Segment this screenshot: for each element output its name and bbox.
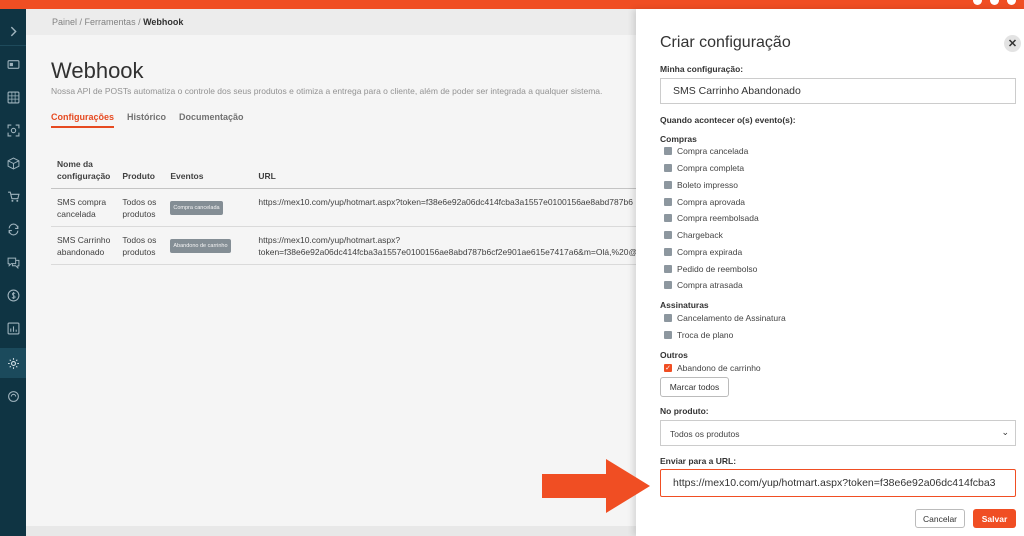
checkbox-box[interactable]: [664, 147, 672, 155]
checkbox-label: Pedido de reembolso: [677, 264, 758, 274]
checkbox-label: Compra atrasada: [677, 280, 743, 290]
refresh-icon[interactable]: [4, 220, 22, 238]
url-label: Enviar para a URL:: [660, 456, 737, 466]
box-icon[interactable]: [4, 154, 22, 172]
checkbox-compra-completa[interactable]: Compra completa: [664, 163, 744, 173]
url-input[interactable]: https://mex10.com/yup/hotmart.aspx?token…: [660, 469, 1016, 497]
events-label: Quando acontecer o(s) evento(s):: [660, 115, 796, 125]
panel-title: Criar configuração: [660, 34, 791, 51]
id-card-icon[interactable]: [4, 55, 22, 73]
top-bar: [0, 0, 1024, 9]
chevron-down-icon: ⌄: [1001, 427, 1009, 437]
save-button[interactable]: Salvar: [973, 509, 1016, 528]
mark-all-button[interactable]: Marcar todos: [660, 377, 729, 397]
cart-icon[interactable]: [4, 187, 22, 205]
checkbox-label: Compra completa: [677, 163, 745, 173]
chevron-right-icon[interactable]: [4, 22, 22, 40]
checkbox-compra-expirada[interactable]: Compra expirada: [664, 247, 742, 257]
checkbox-compra-cancelada[interactable]: Compra cancelada: [664, 146, 748, 156]
close-icon[interactable]: ✕: [1004, 35, 1021, 52]
checkbox-label: Cancelamento de Assinatura: [677, 313, 786, 323]
scan-icon[interactable]: [4, 121, 22, 139]
checkbox-box[interactable]: [664, 198, 672, 206]
checkbox-cancelamento-de-assinatura[interactable]: Cancelamento de Assinatura: [664, 313, 786, 323]
cancel-button[interactable]: Cancelar: [915, 509, 965, 528]
checkbox-label: Compra cancelada: [677, 146, 749, 156]
group-title-outros: Outros: [660, 350, 688, 360]
checkbox-box[interactable]: [664, 181, 672, 189]
checkbox-label: Troca de plano: [677, 330, 734, 340]
config-name-label: Minha configuração:: [660, 64, 744, 74]
checkbox-box[interactable]: [664, 265, 672, 273]
gear-icon[interactable]: [4, 354, 22, 372]
checkbox-boleto-impresso[interactable]: Boleto impresso: [664, 180, 738, 190]
dollar-icon[interactable]: [4, 286, 22, 304]
checkbox-box[interactable]: [664, 164, 672, 172]
chart-icon[interactable]: [4, 319, 22, 337]
checkbox-chargeback[interactable]: Chargeback: [664, 230, 723, 240]
checkbox-label: Compra aprovada: [677, 197, 746, 207]
checkbox-box[interactable]: [664, 214, 672, 222]
sync-icon[interactable]: [4, 387, 22, 405]
checkbox-box[interactable]: [664, 281, 672, 289]
help-icon[interactable]: [990, 0, 999, 5]
checkbox-box[interactable]: [664, 314, 672, 322]
chat-icon[interactable]: [4, 253, 22, 271]
checkbox-label: Chargeback: [677, 230, 723, 240]
checkbox-compra-aprovada[interactable]: Compra aprovada: [664, 197, 745, 207]
product-select-value: Todos os produtos: [670, 429, 740, 439]
checkbox-troca-de-plano[interactable]: Troca de plano: [664, 330, 733, 340]
product-label: No produto:: [660, 406, 709, 416]
checkbox-pedido-de-reembolso[interactable]: Pedido de reembolso: [664, 264, 757, 274]
checkbox-compra-atrasada[interactable]: Compra atrasada: [664, 280, 743, 290]
arrow-icon: [542, 459, 650, 513]
checkbox-box[interactable]: [664, 248, 672, 256]
checkbox-abandono-de-carrinho[interactable]: ✓ Abandono de carrinho: [664, 363, 761, 373]
user-avatar[interactable]: [1007, 0, 1016, 5]
config-name-input[interactable]: SMS Carrinho Abandonado: [660, 78, 1016, 104]
checkbox-label: Compra reembolsada: [677, 213, 759, 223]
checkbox-compra-reembolsada[interactable]: Compra reembolsada: [664, 213, 759, 223]
group-title-assinaturas: Assinaturas: [660, 300, 709, 310]
notification-icon[interactable]: [973, 0, 982, 5]
checkbox-box[interactable]: [664, 331, 672, 339]
checkbox-box[interactable]: [664, 231, 672, 239]
sidebar: [0, 9, 26, 536]
checkbox-label: Abandono de carrinho: [677, 363, 761, 373]
checkbox-label: Boleto impresso: [677, 180, 738, 190]
group-title-compras: Compras: [660, 134, 697, 144]
product-select[interactable]: Todos os produtos ⌄: [660, 420, 1016, 446]
checkbox-label: Compra expirada: [677, 247, 743, 257]
checkbox-checked-icon[interactable]: ✓: [664, 364, 672, 372]
grid-icon[interactable]: [4, 88, 22, 106]
